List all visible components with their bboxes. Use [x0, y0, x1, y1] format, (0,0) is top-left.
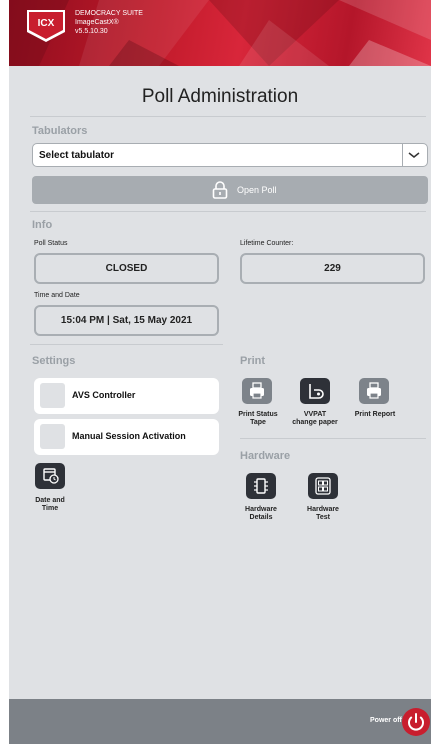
print-report-button[interactable]: [359, 378, 389, 404]
info-divider: [30, 344, 223, 345]
avs-controller-toggle[interactable]: AVS Controller: [34, 378, 219, 414]
checkbox: [40, 424, 65, 449]
lifetime-counter-value: 229: [240, 253, 425, 284]
time-date-label: Time and Date: [34, 292, 80, 299]
power-icon: [408, 713, 424, 731]
hardware-details-button[interactable]: [246, 473, 276, 499]
checkbox: [40, 383, 65, 408]
calendar-clock-icon: [43, 468, 59, 484]
tabulator-select-value: Select tabulator: [39, 150, 115, 161]
print-report-label: Print Report: [354, 411, 396, 418]
settings-section-label: Settings: [32, 355, 76, 367]
print-divider: [240, 438, 426, 439]
title-divider: [30, 116, 426, 117]
chevron-down-icon: [408, 152, 420, 158]
print-status-tape-label: Print Status Tape: [238, 411, 278, 426]
poll-status-label: Poll Status: [34, 240, 68, 247]
power-off-button[interactable]: [402, 708, 430, 736]
icx-logo: ICX: [27, 10, 65, 42]
poll-status-value: CLOSED: [34, 253, 219, 284]
app-header: ICX DEMOCRACY SUITE ImageCastX® v5.5.10.…: [9, 0, 431, 66]
info-section-label: Info: [32, 219, 53, 231]
chip-icon: [254, 478, 268, 494]
tabulator-select[interactable]: Select tabulator: [32, 143, 428, 167]
printer-icon: [250, 382, 264, 399]
product-name: ImageCastX®: [75, 19, 119, 26]
print-section-label: Print: [240, 355, 266, 367]
grid-test-icon: [315, 477, 331, 495]
hardware-section-label: Hardware: [240, 450, 291, 462]
hardware-details-label: Hardware Details: [245, 506, 277, 521]
vvpat-change-paper-button[interactable]: [300, 378, 330, 404]
vvpat-change-paper-label: VVPAT change paper: [292, 411, 338, 426]
lifetime-counter-label: Lifetime Counter:: [240, 240, 294, 247]
date-time-label: Date and Time: [35, 497, 65, 512]
version-number: v5.5.10.30: [75, 28, 108, 35]
open-poll-button[interactable]: Open Poll: [32, 176, 428, 204]
dropdown-toggle[interactable]: [402, 144, 427, 166]
tabulators-divider: [30, 211, 426, 212]
lock-icon: [212, 181, 228, 199]
printer-icon: [367, 382, 381, 399]
footer-bar: Power off: [9, 699, 431, 744]
print-status-tape-button[interactable]: [242, 378, 272, 404]
hardware-test-button[interactable]: [308, 473, 338, 499]
tabulators-section-label: Tabulators: [32, 125, 88, 137]
header-background: [9, 0, 431, 66]
avs-controller-label: AVS Controller: [72, 390, 136, 400]
app-frame: ICX DEMOCRACY SUITE ImageCastX® v5.5.10.…: [9, 0, 431, 744]
svg-text:ICX: ICX: [38, 18, 55, 29]
paper-roll-icon: [309, 384, 324, 399]
suite-name: DEMOCRACY SUITE: [75, 10, 143, 17]
suite-version-info: DEMOCRACY SUITE ImageCastX® v5.5.10.30: [75, 9, 143, 36]
date-time-button[interactable]: [35, 463, 65, 489]
hardware-test-label: Hardware Test: [307, 506, 339, 521]
power-off-label: Power off: [370, 717, 402, 724]
manual-session-activation-toggle[interactable]: Manual Session Activation: [34, 419, 219, 455]
open-poll-label: Open Poll: [237, 185, 277, 195]
page-title: Poll Administration: [141, 86, 299, 107]
manual-session-activation-label: Manual Session Activation: [72, 431, 186, 441]
time-date-value: 15:04 PM | Sat, 15 May 2021: [34, 305, 219, 336]
